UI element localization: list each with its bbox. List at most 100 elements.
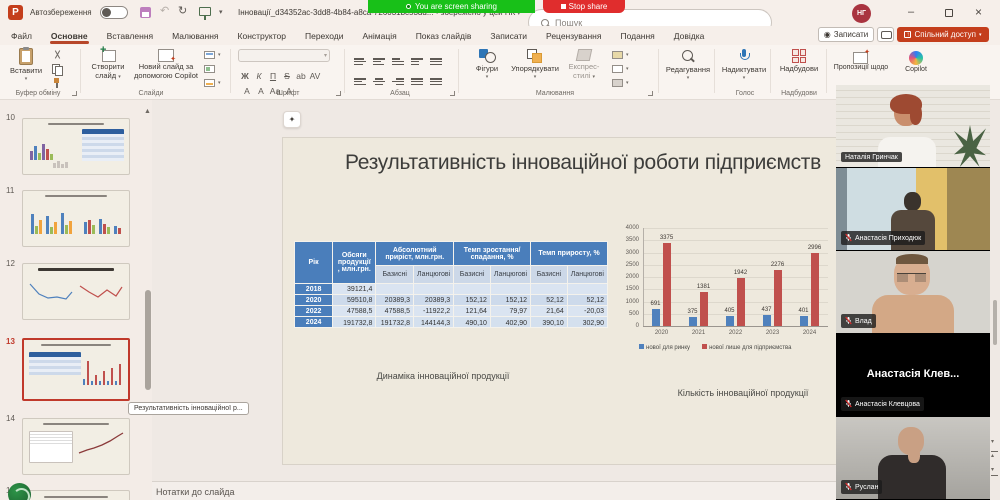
font-format-icon-3[interactable]: S	[280, 71, 294, 81]
sharing-banner-text: You are screen sharing	[415, 2, 497, 11]
qat-more-icon[interactable]: ▾	[219, 8, 223, 16]
participant-tile-Наталія Гринчак[interactable]: Наталія Гринчак	[836, 85, 990, 168]
powerpoint-app-icon[interactable]: P	[8, 5, 23, 20]
shapes-button[interactable]: Фігури ▾	[466, 49, 508, 80]
copilot-slide-button[interactable]: Новий слайд задопомогою Copilot	[132, 48, 200, 80]
chart-caption[interactable]: Кількість інноваційної продукції	[623, 388, 863, 398]
copy-icon[interactable]	[52, 64, 63, 74]
addins-button[interactable]: Надбудови	[776, 49, 822, 73]
reset-slide-icon[interactable]	[204, 65, 215, 73]
slide-thumbnail-12[interactable]	[22, 263, 130, 320]
tab-Файл[interactable]: Файл	[10, 31, 33, 41]
slide-title[interactable]: Результативність інноваційної роботи під…	[283, 151, 883, 175]
participant-tile-Руслан[interactable]: Руслан	[836, 417, 990, 500]
copilot-button[interactable]: Copilot	[896, 51, 936, 74]
tab-Вставлення[interactable]: Вставлення	[106, 31, 154, 41]
tab-Конструктор[interactable]: Конструктор	[237, 31, 287, 41]
record-button[interactable]: ◉Записати	[818, 27, 874, 42]
tab-Основне[interactable]: Основне	[50, 31, 89, 41]
numbering-icon[interactable]	[373, 58, 385, 65]
line-spacing-icon[interactable]	[430, 58, 442, 65]
designer-sparkle-button[interactable]: ✦	[283, 111, 301, 128]
paragraph-dialog-launcher[interactable]	[450, 91, 455, 96]
participant-tile-Анастасія Приходюк[interactable]: Анастасія Приходюк	[836, 168, 990, 251]
scrollbar-thumb[interactable]	[993, 300, 997, 345]
participant-name: Руслан	[855, 484, 878, 491]
tab-Показ слайдів[interactable]: Показ слайдів	[415, 31, 473, 41]
dictate-button[interactable]: Надиктувати ▾	[720, 49, 768, 81]
format-painter-icon[interactable]	[52, 78, 63, 88]
tab-Рецензування[interactable]: Рецензування	[545, 31, 602, 41]
editing-button[interactable]: Редагування ▾	[664, 50, 712, 81]
align-center-icon[interactable]	[373, 78, 385, 85]
table-year-cell: 2020	[295, 295, 333, 306]
slide-thumbnail-15[interactable]	[22, 490, 130, 500]
redo-icon[interactable]: ↻	[178, 4, 187, 17]
bullets-icon[interactable]	[354, 58, 366, 65]
justify-icon[interactable]	[411, 78, 423, 85]
close-button[interactable]: ×	[975, 5, 982, 19]
undo-icon[interactable]: ↶	[160, 4, 169, 17]
meeting-app-logo[interactable]	[8, 483, 31, 500]
paste-button[interactable]: Вставити ▾	[6, 48, 46, 82]
slide-layout-icon[interactable]	[204, 51, 215, 59]
font-extra-icon-0[interactable]: A	[240, 86, 254, 96]
section-icon[interactable]	[204, 79, 215, 87]
font-name-combobox[interactable]	[238, 49, 330, 62]
slide-chart-object[interactable]: 0500100015002000250030003500400020206913…	[615, 216, 841, 361]
share-button[interactable]: ↑Спільний доступ▾	[897, 27, 989, 42]
clipboard-dialog-launcher[interactable]	[72, 91, 77, 96]
font-format-icon-5[interactable]: AV	[308, 71, 322, 81]
maximize-button[interactable]	[945, 9, 953, 17]
save-icon[interactable]	[140, 7, 151, 18]
scrollbar-thumb[interactable]	[145, 290, 151, 390]
align-right-icon[interactable]	[392, 78, 404, 85]
scroll-down-icon[interactable]: ▾	[991, 438, 994, 445]
scroll-up-icon[interactable]: ▲	[144, 108, 151, 115]
shape-outline-icon[interactable]	[612, 65, 623, 73]
cut-icon[interactable]	[52, 50, 63, 60]
next-slide-icon[interactable]: ▾	[991, 466, 994, 473]
previous-slide-icon[interactable]: ▴	[991, 452, 994, 459]
font-format-icon-2[interactable]: П	[266, 71, 280, 81]
tab-Анімація[interactable]: Анімація	[362, 31, 398, 41]
autosave-toggle[interactable]	[100, 6, 128, 19]
slide-thumbnail-10[interactable]	[22, 118, 130, 175]
align-left-icon[interactable]	[354, 78, 366, 85]
font-dialog-launcher[interactable]	[336, 91, 341, 96]
tab-Довідка[interactable]: Довідка	[673, 31, 706, 41]
indent-increase-icon[interactable]	[411, 58, 423, 65]
tab-Переходи[interactable]: Переходи	[304, 31, 345, 41]
table-caption[interactable]: Динаміка інноваційної продукції	[323, 371, 563, 381]
comments-button[interactable]	[877, 27, 894, 42]
drawing-dialog-launcher[interactable]	[648, 91, 653, 96]
main-scrollbar[interactable]: ▾ ▴ ▾	[990, 100, 1000, 500]
slide-thumbnail-11[interactable]	[22, 190, 130, 247]
participant-tile-Анастасія Клевцова[interactable]: Анастасія Клев...Анастасія Клевцова	[836, 334, 990, 417]
font-format-icon-0[interactable]: Ж	[238, 71, 252, 81]
stop-share-button[interactable]: Stop share	[543, 0, 625, 13]
new-slide-button[interactable]: Створитислайд ▾	[86, 48, 130, 80]
account-avatar[interactable]: НГ	[852, 4, 871, 23]
suggestions-button[interactable]: Пропозиції щодо	[832, 51, 890, 72]
table-header-group-0: Абсолютний приріст, млн.грн.	[376, 242, 454, 266]
start-presentation-icon[interactable]	[199, 7, 211, 16]
font-format-icon-1[interactable]: К	[252, 71, 266, 81]
quick-styles-button[interactable]: Експрес-стилі ▾	[564, 49, 604, 80]
thumbnail-scrollbar[interactable]	[145, 100, 151, 500]
participant-tile-Влад[interactable]: Влад	[836, 251, 990, 334]
indent-decrease-icon[interactable]	[392, 58, 404, 65]
shape-effects-icon[interactable]	[612, 79, 623, 87]
slide-table-object[interactable]: РікОбсяги продукції , млн.грн.Абсолютний…	[294, 241, 608, 328]
font-format-icon-4[interactable]: ab	[294, 71, 308, 81]
shape-fill-icon[interactable]	[612, 51, 623, 59]
tab-Малювання[interactable]: Малювання	[171, 31, 219, 41]
tab-Подання[interactable]: Подання	[619, 31, 655, 41]
slide-canvas[interactable]: Результативність інноваційної роботи під…	[282, 137, 884, 465]
columns-icon[interactable]	[430, 78, 442, 85]
slide-thumbnail-14[interactable]	[22, 418, 130, 475]
minimize-button[interactable]: –	[908, 6, 914, 18]
tab-Записати[interactable]: Записати	[489, 31, 528, 41]
slide-thumbnail-13[interactable]	[22, 338, 130, 401]
arrange-button[interactable]: Упорядкувати ▾	[510, 49, 560, 80]
